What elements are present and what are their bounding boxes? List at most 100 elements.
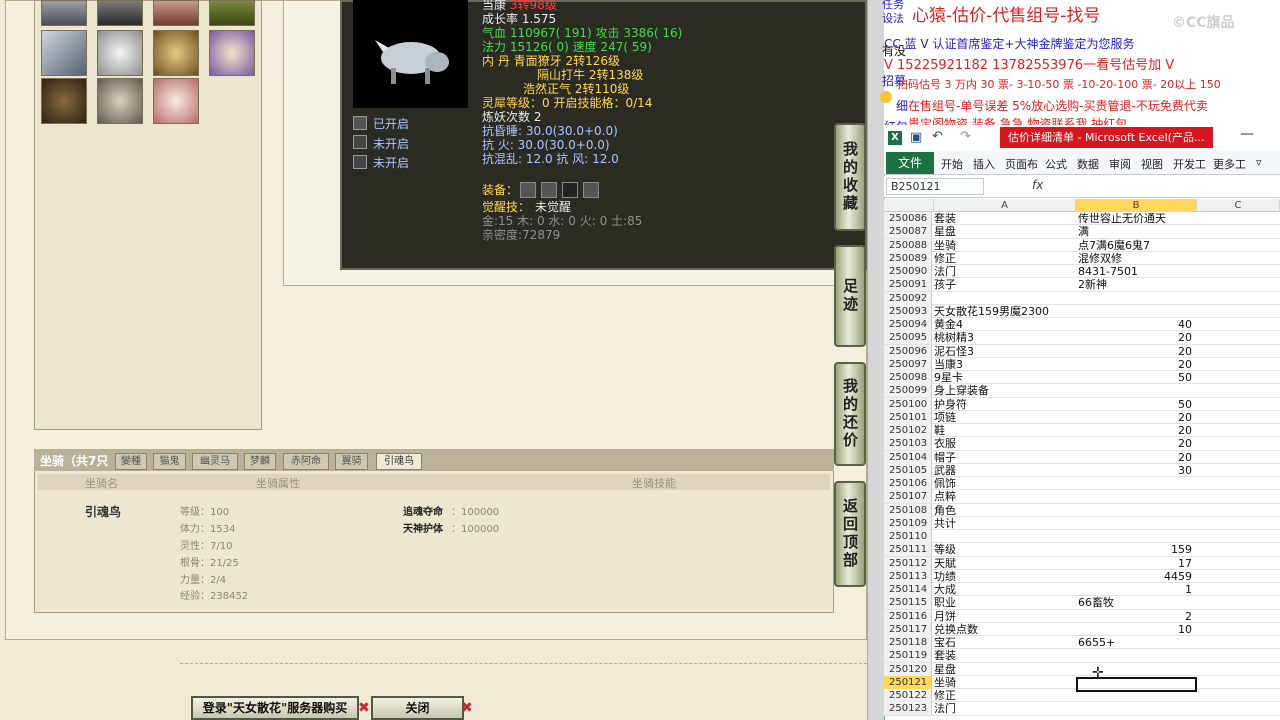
my-counter-offer-button[interactable]: 我的还价 (834, 362, 866, 466)
cell-a[interactable]: 法门 (934, 265, 1076, 278)
cell-a[interactable]: 当康3 (934, 358, 1076, 371)
cell-a[interactable]: 法门 (934, 702, 1076, 715)
cell-a[interactable]: 功绩 (934, 570, 1076, 583)
row-number[interactable]: 250116 (884, 609, 932, 623)
mount-tab[interactable]: 翼骑 (335, 453, 368, 470)
cell-a[interactable]: 天賦 (934, 557, 1076, 570)
row-number[interactable]: 250096 (884, 344, 932, 358)
row-number[interactable]: 250101 (884, 410, 932, 424)
my-collection-button[interactable]: 我的收藏 (834, 123, 866, 231)
cell-a[interactable]: 衣服 (934, 437, 1076, 450)
column-a-header[interactable]: A (934, 199, 1076, 212)
cell-a[interactable]: 孩子 (934, 278, 1076, 291)
skill-slot-icon[interactable] (353, 116, 367, 130)
cell-b[interactable]: 50 (1078, 371, 1196, 384)
chevron-down-icon[interactable]: ▿ (1256, 156, 1262, 169)
cell-b[interactable]: 20 (1078, 411, 1196, 424)
mount-tab[interactable]: 變種 (115, 453, 147, 470)
pet-avatar[interactable] (153, 78, 199, 124)
cell-b[interactable]: 17 (1078, 557, 1196, 570)
cell-a[interactable]: 套装 (934, 212, 1076, 225)
pet-avatar[interactable] (41, 78, 87, 124)
ribbon-tab[interactable]: 审阅 (1109, 156, 1131, 172)
cell-b[interactable]: 20 (1078, 345, 1196, 358)
ribbon-tab[interactable]: 页面布 (1005, 156, 1038, 172)
row-number[interactable]: 250108 (884, 503, 932, 517)
row-number[interactable]: 250098 (884, 371, 932, 384)
cell-b[interactable]: 40 (1078, 318, 1196, 331)
row-number[interactable]: 250102 (884, 424, 932, 437)
cell-b[interactable]: 20 (1078, 358, 1196, 371)
cell-a[interactable]: 星盘 (934, 663, 1076, 676)
cell-a[interactable]: 等级 (934, 543, 1076, 556)
pet-avatar[interactable] (97, 0, 143, 26)
cell-b[interactable]: 20 (1078, 424, 1196, 437)
row-number[interactable]: 250100 (884, 397, 932, 411)
row-number[interactable]: 250118 (884, 636, 932, 649)
row-number[interactable]: 250105 (884, 463, 932, 477)
skill-slot-icon[interactable] (353, 155, 367, 169)
cell-a[interactable]: 角色 (934, 504, 1076, 517)
cell-a[interactable]: 修正 (934, 689, 1076, 702)
row-number[interactable]: 250109 (884, 516, 932, 530)
row-number[interactable]: 250093 (884, 304, 932, 318)
cell-b[interactable]: 满 (1078, 225, 1196, 238)
cell-b[interactable]: 20 (1078, 331, 1196, 344)
scrollbar[interactable] (867, 0, 884, 720)
ribbon-tab[interactable]: 公式 (1045, 156, 1067, 172)
equip-slot-icon[interactable] (583, 182, 599, 198)
row-number[interactable]: 250117 (884, 622, 932, 636)
cell-a[interactable]: 帽子 (934, 451, 1076, 464)
row-number[interactable]: 250104 (884, 450, 932, 464)
cell-a[interactable]: 护身符 (934, 398, 1076, 411)
pet-avatar[interactable] (209, 30, 255, 76)
cell-a[interactable]: 坐骑 (934, 239, 1076, 252)
equip-slot-icon[interactable] (520, 182, 536, 198)
ribbon-tab[interactable]: 开始 (941, 156, 963, 172)
cell-a[interactable]: 修正 (934, 252, 1076, 265)
row-number[interactable]: 250113 (884, 569, 932, 583)
row-number[interactable]: 250123 (884, 702, 932, 716)
name-box[interactable]: B250121 (886, 178, 984, 195)
cell-b[interactable]: 8431-7501 (1078, 265, 1196, 278)
mount-tab[interactable]: 幽灵马 (192, 453, 238, 470)
row-number[interactable]: 250086 (884, 212, 932, 225)
row-number[interactable]: 250095 (884, 331, 932, 345)
cell-a[interactable]: 黄金4 (934, 318, 1076, 331)
ribbon-tab[interactable]: 视图 (1141, 156, 1163, 172)
cell-a[interactable]: 坐骑 (934, 676, 1076, 689)
row-number[interactable]: 250088 (884, 238, 932, 252)
cell-b[interactable]: 20 (1078, 437, 1196, 450)
cell-b[interactable]: 2新神 (1078, 278, 1196, 291)
cell-b[interactable]: 30 (1078, 464, 1196, 477)
cell-a[interactable]: 9星卡 (934, 371, 1076, 384)
cell-b[interactable]: 4459 (1078, 570, 1196, 583)
cell-b[interactable]: 66畜牧 (1078, 596, 1196, 609)
column-c-header[interactable]: C (1197, 199, 1280, 212)
cell-a[interactable]: 桃树精3 (934, 331, 1076, 344)
cell-a[interactable]: 天女散花159男魔2300 (934, 305, 1076, 318)
fx-icon[interactable]: fx (1032, 178, 1043, 192)
cell-a[interactable]: 职业 (934, 596, 1076, 609)
ribbon-tab[interactable]: 更多工 (1213, 156, 1246, 172)
cell-a[interactable]: 项链 (934, 411, 1076, 424)
cell-b[interactable]: 1 (1078, 583, 1196, 596)
cell-a[interactable]: 套装 (934, 649, 1076, 662)
row-number[interactable]: 250087 (884, 225, 932, 239)
ribbon-tab[interactable]: 数据 (1077, 156, 1099, 172)
close-button[interactable]: 关闭 (371, 696, 464, 720)
cell-a[interactable]: 佩饰 (934, 477, 1076, 490)
pet-avatar[interactable] (97, 30, 143, 76)
cell-a[interactable]: 鞋 (934, 424, 1076, 437)
cell-b[interactable]: 50 (1078, 398, 1196, 411)
row-number[interactable]: 250111 (884, 543, 932, 557)
skill-slot-icon[interactable] (353, 135, 367, 149)
row-number[interactable]: 250119 (884, 649, 932, 663)
row-number[interactable]: 250092 (884, 291, 932, 305)
cell-a[interactable]: 共计 (934, 517, 1076, 530)
row-number[interactable]: 250112 (884, 556, 932, 570)
cell-b[interactable]: 传世容止无价通天 (1078, 212, 1196, 225)
redo-icon[interactable]: ↷ (960, 129, 971, 144)
pet-avatar[interactable] (153, 30, 199, 76)
pet-avatar[interactable] (41, 30, 87, 76)
